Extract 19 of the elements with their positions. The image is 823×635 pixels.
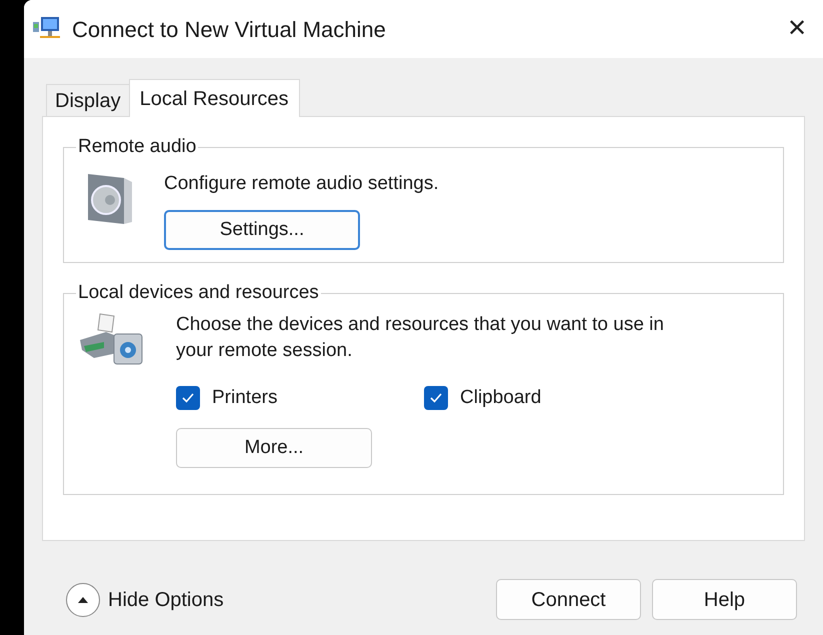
tab[interactable]: Local Resources bbox=[128, 79, 300, 117]
settings-button[interactable]: Settings... bbox=[164, 210, 360, 250]
checkbox[interactable] bbox=[424, 386, 448, 410]
group-label: Local devices and resources bbox=[77, 281, 320, 305]
checkbox-label: Printers bbox=[212, 386, 278, 410]
hide-options-toggle[interactable]: Hide Options bbox=[66, 582, 224, 616]
checkbox-label: Clipboard bbox=[460, 386, 542, 410]
description-text: Configure remote audio settings. bbox=[164, 172, 439, 196]
close-button[interactable]: ✕ bbox=[777, 9, 817, 49]
description-text: Choose the devices and resources that you want to use in your remote session. bbox=[176, 312, 665, 362]
checkmark-icon bbox=[429, 392, 443, 404]
more-button[interactable]: More... bbox=[176, 428, 372, 468]
window-title: Connect to New Virtual Machine bbox=[72, 16, 386, 44]
tab[interactable]: Display bbox=[46, 84, 129, 116]
dialog-button[interactable]: Help bbox=[652, 579, 797, 620]
checkbox[interactable] bbox=[176, 386, 200, 410]
checkmark-icon bbox=[181, 392, 195, 404]
group-label: Remote audio bbox=[77, 135, 198, 159]
dialog-button[interactable]: Connect bbox=[496, 579, 641, 620]
